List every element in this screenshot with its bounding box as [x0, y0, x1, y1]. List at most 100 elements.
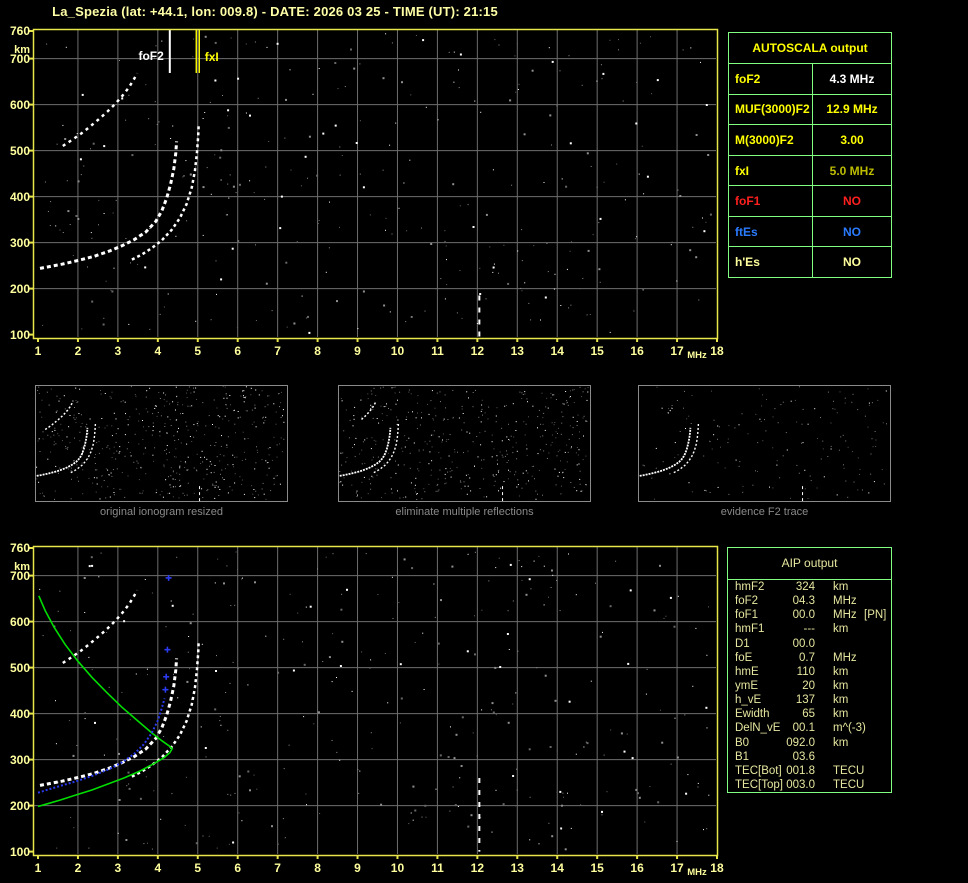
autoscala-row-value: 4.3 MHz	[829, 71, 875, 86]
y-axis-tick-label: 300	[9, 235, 30, 250]
y-axis-tick-label: 200	[9, 798, 30, 813]
aip-row-b0: B0 092.0 km	[728, 736, 891, 750]
aip-row-value: 137	[795, 694, 815, 707]
autoscala-row-fxi: fxI 5.0 MHz	[729, 154, 891, 186]
thumbnail-evidence-f2	[638, 385, 891, 502]
aip-row-unit: km	[833, 694, 849, 707]
y-axis-unit-label: km	[14, 44, 30, 56]
y-axis-tick-label: 760	[9, 24, 30, 38]
aip-row-value: 001.8	[786, 764, 815, 777]
y-axis-tick-label: 400	[9, 189, 30, 204]
aip-row-value: 20	[802, 679, 815, 692]
y-axis-tick-label: 300	[9, 752, 30, 767]
x-axis-unit-label: MHz	[687, 350, 707, 361]
thumbnail-original-ionogram	[35, 385, 288, 502]
x-axis-tick-label: 3	[114, 861, 122, 875]
aip-row-unit: TECU	[833, 764, 865, 777]
x-axis-tick-label: 14	[550, 344, 564, 358]
x-axis-tick-label: 1	[34, 344, 42, 358]
thumbnail-eliminate-reflections	[338, 385, 591, 502]
aip-row-value: 324	[795, 581, 815, 593]
x-axis-tick-label: 10	[390, 861, 405, 875]
aip-row-delnve: DelN_vE 00.1 m^(-3)	[728, 721, 891, 735]
aip-row-label: ymE	[735, 679, 758, 692]
x-axis-tick-label: 6	[234, 861, 242, 875]
aip-row-label: h_vE	[735, 694, 762, 707]
x-axis-tick-label: 5	[194, 861, 202, 875]
thumbnail-original-plot	[36, 386, 285, 501]
autoscala-row-m3000f2: M(3000)F2 3.00	[729, 124, 891, 155]
x-axis-tick-label: 15	[590, 861, 604, 875]
x-axis-tick-label: 12	[470, 344, 485, 358]
aip-row-unit: m^(-3)	[833, 722, 866, 735]
aip-row-ewidth: Ewidth 65 km	[728, 707, 891, 721]
y-axis-tick-label: 760	[9, 541, 30, 555]
y-axis-tick-label: 200	[9, 281, 30, 296]
thumbnail-evidence-plot	[639, 386, 887, 501]
aip-row-unit: km	[833, 581, 849, 593]
autoscala-row-label: M(3000)F2	[729, 125, 813, 155]
autoscala-row-label: h'Es	[729, 247, 813, 278]
x-axis-unit-label: MHz	[687, 867, 707, 878]
x-axis-tick-label: 2	[74, 861, 82, 875]
autoscala-rows: foF2 4.3 MHz MUF(3000)F2 12.9 MHz M(3000)F2 3…	[729, 63, 891, 278]
autoscala-row-value: 5.0 MHz	[829, 163, 875, 178]
aip-row-unit: MHz	[833, 609, 857, 622]
aip-row-label: foF2	[735, 595, 759, 608]
aip-row-foe: foE 0.7 MHz	[728, 651, 891, 665]
aip-row-note: [PN]	[864, 609, 887, 622]
aip-row-unit: TECU	[833, 778, 865, 791]
y-axis-unit-label: km	[14, 561, 30, 573]
autoscala-output-table: AUTOSCALA output foF2 4.3 MHz MUF(3000)F2 1…	[728, 32, 892, 278]
aip-row-label: hmF1	[735, 623, 765, 636]
autoscala-row-value: NO	[843, 224, 861, 239]
x-axis-tick-label: 15	[590, 344, 604, 358]
aip-row-value: 00.1	[792, 722, 815, 735]
x-axis-tick-label: 4	[154, 861, 162, 875]
aip-row-b1: B1 03.6	[728, 750, 891, 764]
autoscala-row-fof2: foF2 4.3 MHz	[729, 63, 891, 94]
aip-row-tectop: TEC[Top] 003.0 TECU	[728, 778, 891, 792]
x-axis-tick-label: 1	[34, 861, 42, 875]
aip-row-value: 00.0	[792, 609, 815, 622]
autoscala-row-label: fxI	[729, 155, 813, 186]
x-axis-tick-label: 5	[194, 344, 202, 358]
x-axis-tick-label: 7	[274, 861, 281, 875]
aip-row-label: hmE	[735, 665, 759, 678]
autoscala-row-fof1: foF1 NO	[729, 185, 891, 216]
y-axis-tick-label: 400	[9, 706, 30, 721]
y-axis-tick-label: 500	[9, 143, 30, 158]
aip-row-value: 0.7	[799, 651, 815, 664]
x-axis-tick-label: 8	[314, 861, 321, 875]
page-title: La_Spezia (lat: +44.1, lon: 009.8) - DAT…	[52, 4, 498, 19]
x-axis-tick-label: 10	[390, 344, 405, 358]
aip-output-header: AIP output	[728, 548, 891, 580]
y-axis-tick-label: 500	[9, 660, 30, 675]
x-axis-tick-label: 9	[354, 344, 361, 358]
aip-row-hmf2: hmF2 324 km	[728, 580, 891, 594]
aip-row-value: 092.0	[786, 736, 815, 749]
autoscala-row-label: foF1	[729, 186, 813, 216]
aip-row-tecbot: TEC[Bot] 001.8 TECU	[728, 764, 891, 778]
x-axis-tick-label: 13	[510, 861, 524, 875]
x-axis-tick-label: 12	[470, 861, 485, 875]
x-axis-tick-label: 6	[234, 344, 242, 358]
aip-row-unit: km	[833, 623, 849, 636]
aip-output-table: AIP output hmF2 324 km foF2 04.3 MHz foF1 00.0 M…	[727, 547, 892, 793]
autoscala-row-value: NO	[843, 255, 861, 270]
autoscala-row-hes: h'Es NO	[729, 246, 891, 278]
thumbnail-caption-evidence: evidence F2 trace	[720, 506, 809, 518]
fof2-marker-label: foF2	[138, 49, 164, 63]
aip-row-unit: MHz	[833, 595, 857, 608]
thumbnail-caption-eliminate: eliminate multiple reflections	[395, 506, 534, 518]
autoscala-row-value: NO	[843, 194, 861, 209]
autoscala-row-muf3000f2: MUF(3000)F2 12.9 MHz	[729, 93, 891, 125]
ionogram-plot-top: foF2 fxI	[29, 28, 719, 342]
x-axis-tick-label: 11	[431, 861, 444, 875]
aip-row-label: foE	[735, 651, 753, 664]
ionogram-plot-bottom	[29, 545, 719, 859]
x-axis-tick-label: 11	[431, 344, 444, 358]
aip-row-value: 04.3	[792, 595, 815, 608]
autoscala-row-label: foF2	[729, 64, 813, 94]
aip-row-fof1: foF1 00.0 MHz [PN]	[728, 608, 891, 622]
